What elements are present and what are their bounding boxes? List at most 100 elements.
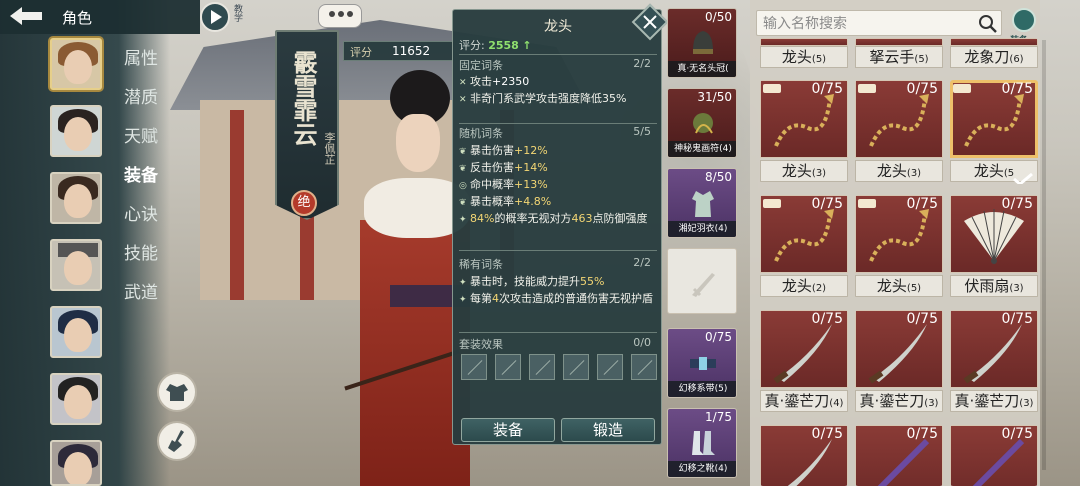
robe-icon <box>692 191 714 217</box>
item-name: 湘妃羽衣(4) <box>668 221 736 237</box>
item-count: 0/75 <box>705 330 732 344</box>
item-name: 真·鎏芒刀(3) <box>950 390 1038 412</box>
avatar[interactable] <box>50 440 102 486</box>
item-count: 0/75 <box>906 81 938 97</box>
item-count: 0/75 <box>1001 196 1033 212</box>
inventory-item[interactable]: 0/75 伏雨扇(3) <box>950 195 1038 299</box>
clean-button[interactable] <box>157 421 197 461</box>
set-slot <box>597 354 623 380</box>
item-count: 31/50 <box>697 90 732 104</box>
avatar[interactable] <box>50 306 102 358</box>
score-up-arrow: ↑ <box>522 39 532 52</box>
item-count: 0/75 <box>811 196 843 212</box>
belt-icon <box>690 357 716 370</box>
nav-item-potential[interactable]: 潜质 <box>124 83 158 108</box>
curved-blade-icon <box>963 324 1022 384</box>
set-slot <box>495 354 521 380</box>
nav-item-talent[interactable]: 天赋 <box>124 122 158 147</box>
inventory-item[interactable]: 龙象刀(6) <box>950 38 1038 72</box>
rare-affix-header: 稀有词条 2/2 <box>459 256 657 272</box>
tutorial-button[interactable] <box>200 2 230 32</box>
divider <box>459 250 657 251</box>
nav-item-skills[interactable]: 技能 <box>124 239 158 264</box>
inventory-item[interactable]: 0/75 <box>950 425 1038 486</box>
forge-button[interactable]: 锻造 <box>561 418 655 442</box>
affix-line: ❦ 暴击伤害+12% <box>459 143 659 158</box>
dot-icon <box>329 11 335 17</box>
score-label: 评分 <box>350 46 372 59</box>
inventory-item[interactable]: 0/75 真·鎏芒刀(3) <box>855 310 943 414</box>
affix-line: ❦ 暴击概率+4.8% <box>459 194 659 209</box>
item-count: 0/75 <box>811 426 843 442</box>
item-level: (2) <box>811 283 827 294</box>
avatar[interactable] <box>50 105 102 157</box>
search-input[interactable] <box>763 14 968 34</box>
sword-icon: ✕ <box>459 78 467 88</box>
inventory-item[interactable]: 0/75 龙头(3) <box>760 80 848 184</box>
section-label: 随机词条 <box>459 127 503 140</box>
nav-item-martial-way[interactable]: 武道 <box>124 278 158 303</box>
outfit-button[interactable] <box>157 372 197 412</box>
sword-icon: ✕ <box>459 95 467 105</box>
inventory-item[interactable]: 拏云手(5) <box>855 38 943 72</box>
inventory-item[interactable]: 0/75 真·鎏芒刀(4) <box>760 310 848 414</box>
affix-line: ✕ 攻击+2350 <box>459 74 659 89</box>
inventory-item[interactable]: 0/75 龙头(5) <box>855 195 943 299</box>
affix-text: 反击伤害 <box>470 161 514 174</box>
empty-weapon-slot[interactable] <box>667 248 737 314</box>
item-count: 0/75 <box>811 311 843 327</box>
set-effect-header: 套装效果 0/0 <box>459 336 657 352</box>
avatar[interactable] <box>50 38 102 90</box>
inventory-item[interactable]: 0/75 龙头(3) <box>855 80 943 184</box>
item-name: 拏云手(5) <box>855 46 943 68</box>
inventory-item[interactable]: 0/75 <box>760 425 848 486</box>
item-score-label: 评分: <box>459 39 485 52</box>
avatar[interactable] <box>50 172 102 224</box>
avatar[interactable] <box>50 239 102 291</box>
item-name-text: 真·鎏芒刀 <box>954 392 1020 410</box>
affix-text: 每第 <box>470 292 492 305</box>
chat-bubble-button[interactable] <box>318 4 362 28</box>
character-score: 评分 11652 <box>343 41 455 61</box>
equip-slot[interactable]: 0/50 真·无名头冠( <box>667 8 737 78</box>
equip-button[interactable]: 装备 <box>461 418 555 442</box>
nav-item-equipment[interactable]: 装备 <box>124 161 158 186</box>
equip-slot[interactable]: 0/75 幻移系带(5) <box>667 328 737 398</box>
inventory-item[interactable]: 0/75 龙头(2) <box>760 195 848 299</box>
affix-line: ◎ 命中概率+13% <box>459 177 659 192</box>
character-name: 霰雪霏云 <box>289 50 317 146</box>
equip-slot[interactable]: 31/50 神秘鬼画符(4) <box>667 88 737 158</box>
affix-value: +14% <box>514 161 548 174</box>
equip-slot[interactable]: 8/50 湘妃羽衣(4) <box>667 168 737 238</box>
leaf-icon: ❦ <box>459 164 467 174</box>
target-icon: ◎ <box>459 181 467 191</box>
inventory-item[interactable]: 0/75 真·鎏芒刀(3) <box>950 310 1038 414</box>
item-name-text: 龙头 <box>781 162 812 180</box>
scrollbar[interactable] <box>1042 40 1046 470</box>
nav-item-mind-art[interactable]: 心诀 <box>124 200 158 225</box>
inventory-item[interactable]: 0/75 龙头(5 <box>950 80 1038 184</box>
item-level: (4) <box>829 398 844 409</box>
item-count: 0/50 <box>705 10 732 24</box>
inventory-item[interactable]: 0/75 <box>855 425 943 486</box>
divider <box>459 123 657 124</box>
affix-text: 的概率无视对方 <box>494 212 572 225</box>
tutorial-label: 教学 <box>232 4 242 22</box>
equip-slot[interactable]: 1/75 幻移之靴(4) <box>667 408 737 478</box>
item-count: 8/50 <box>705 170 732 184</box>
affix-value: +2350 <box>492 75 530 88</box>
inventory-item[interactable]: 龙头(5) <box>760 38 848 72</box>
item-score-value: 2558 <box>488 39 519 52</box>
item-name-text: 真·鎏芒刀 <box>859 392 925 410</box>
affix-text: 暴击概率 <box>470 195 514 208</box>
affix-value: +12% <box>514 144 548 157</box>
red-pillar <box>230 110 244 300</box>
nav-item-attributes[interactable]: 属性 <box>124 44 158 69</box>
search-icon[interactable] <box>978 14 998 34</box>
section-count: 5/5 <box>633 125 651 138</box>
avatar[interactable] <box>50 373 102 425</box>
item-name: 真·鎏芒刀(4) <box>760 390 848 412</box>
item-name: 龙象刀(6) <box>950 46 1038 68</box>
item-name-text: 真·鎏芒刀 <box>764 392 830 410</box>
back-button[interactable] <box>6 3 46 29</box>
